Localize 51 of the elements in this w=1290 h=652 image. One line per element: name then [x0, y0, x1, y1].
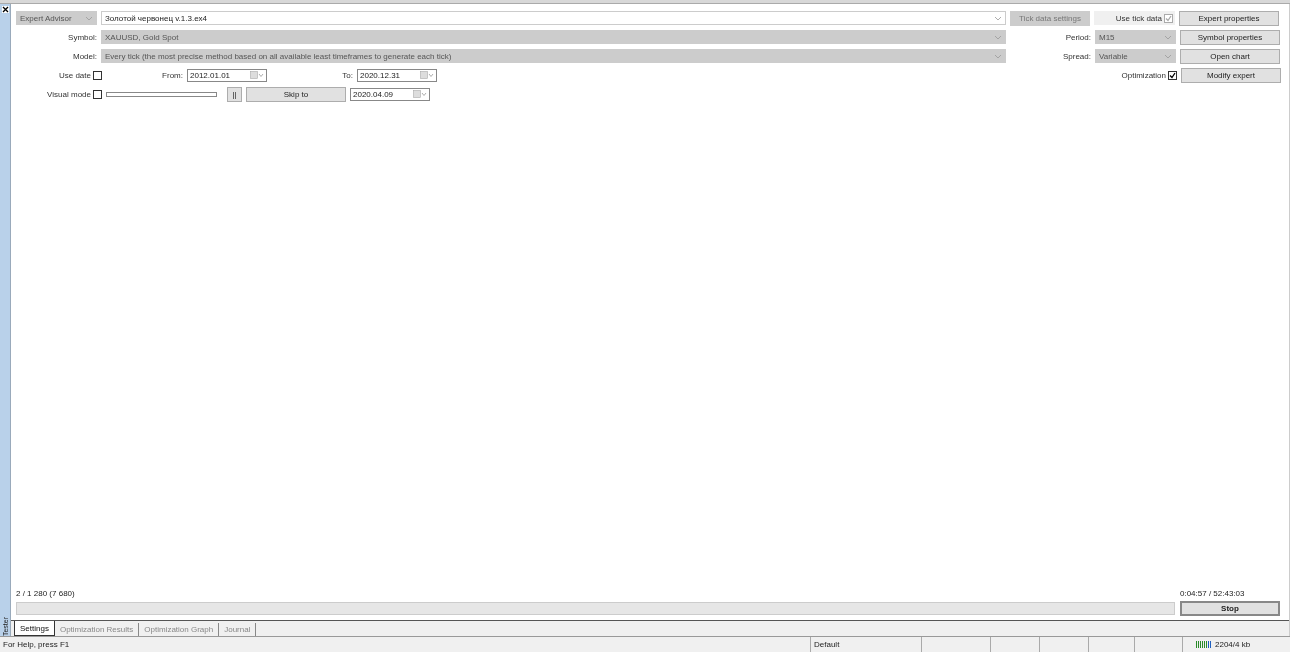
- date-field[interactable]: 2020.12.31: [357, 68, 437, 82]
- checkbox-label: Visual mode: [47, 89, 91, 99]
- date-value: 2020.04.09: [353, 89, 394, 99]
- dropdown-value: Variable: [1099, 51, 1128, 61]
- field-label: To:: [341, 70, 353, 80]
- button[interactable]: Modify expert: [1181, 67, 1281, 83]
- checkbox-label: Optimization: [1121, 70, 1166, 80]
- calendar-dropdown-icon: [420, 71, 434, 79]
- status-profile: Default: [813, 639, 841, 651]
- caret-icon: [1164, 34, 1172, 40]
- button[interactable]: Symbol properties: [1180, 29, 1280, 45]
- checkbox-label: Use tick data: [1115, 13, 1162, 23]
- date-value: 2020.12.31: [360, 70, 401, 80]
- checkbox[interactable]: [93, 89, 102, 99]
- dropdown-value: Every tick (the most precise method based on all available least timeframes to generate each tick): [105, 51, 452, 61]
- caret-icon: [1164, 53, 1172, 59]
- dropdown-value: Золотой червонец v.1.3.ex4: [105, 13, 208, 23]
- calendar-dropdown-icon: [250, 71, 264, 79]
- dropdown-value: M15: [1099, 32, 1115, 42]
- caret-icon: [994, 53, 1002, 59]
- dropdown-value: Expert Advisor: [20, 13, 72, 23]
- pass-counter: 2 / 1 280 (7 680): [16, 589, 75, 598]
- button[interactable]: Stop: [1180, 601, 1280, 616]
- calendar-dropdown-icon: [413, 90, 427, 98]
- caret-icon: [994, 15, 1002, 21]
- button[interactable]: Open chart: [1180, 48, 1280, 64]
- tab[interactable]: Settings: [14, 621, 55, 636]
- memory-bars-icon: [1196, 641, 1212, 648]
- field-label: Period:: [1064, 32, 1091, 42]
- field-label: Model:: [72, 51, 97, 61]
- button[interactable]: Expert properties: [1179, 10, 1279, 26]
- caret-icon: [994, 34, 1002, 40]
- date-field[interactable]: 2012.01.01: [187, 68, 267, 82]
- dropdown-value: XAUUSD, Gold Spot: [105, 32, 179, 42]
- field-label: From:: [161, 70, 183, 80]
- slider-track[interactable]: [106, 91, 217, 97]
- date-value: 2012.01.01: [190, 70, 231, 80]
- button[interactable]: ||: [227, 86, 242, 102]
- memory-usage: 2204/4 kb: [1215, 640, 1251, 649]
- close-icon: [1, 6, 9, 13]
- button[interactable]: Skip to: [246, 86, 346, 102]
- status-text: For Help, press F1: [2, 639, 71, 651]
- field-label: Symbol:: [67, 32, 97, 42]
- checkbox-label: Use date: [58, 70, 91, 80]
- checkbox[interactable]: [93, 70, 102, 80]
- field-label: Spread:: [1061, 51, 1091, 61]
- date-field[interactable]: 2020.04.09: [350, 87, 430, 101]
- dropdown[interactable]: Золотой червонец v.1.3.ex4: [101, 11, 1006, 25]
- checkbox[interactable]: [1168, 70, 1177, 80]
- caret-icon: [85, 15, 93, 21]
- elapsed-time: 0:04:57 / 52:43:03: [1180, 589, 1246, 598]
